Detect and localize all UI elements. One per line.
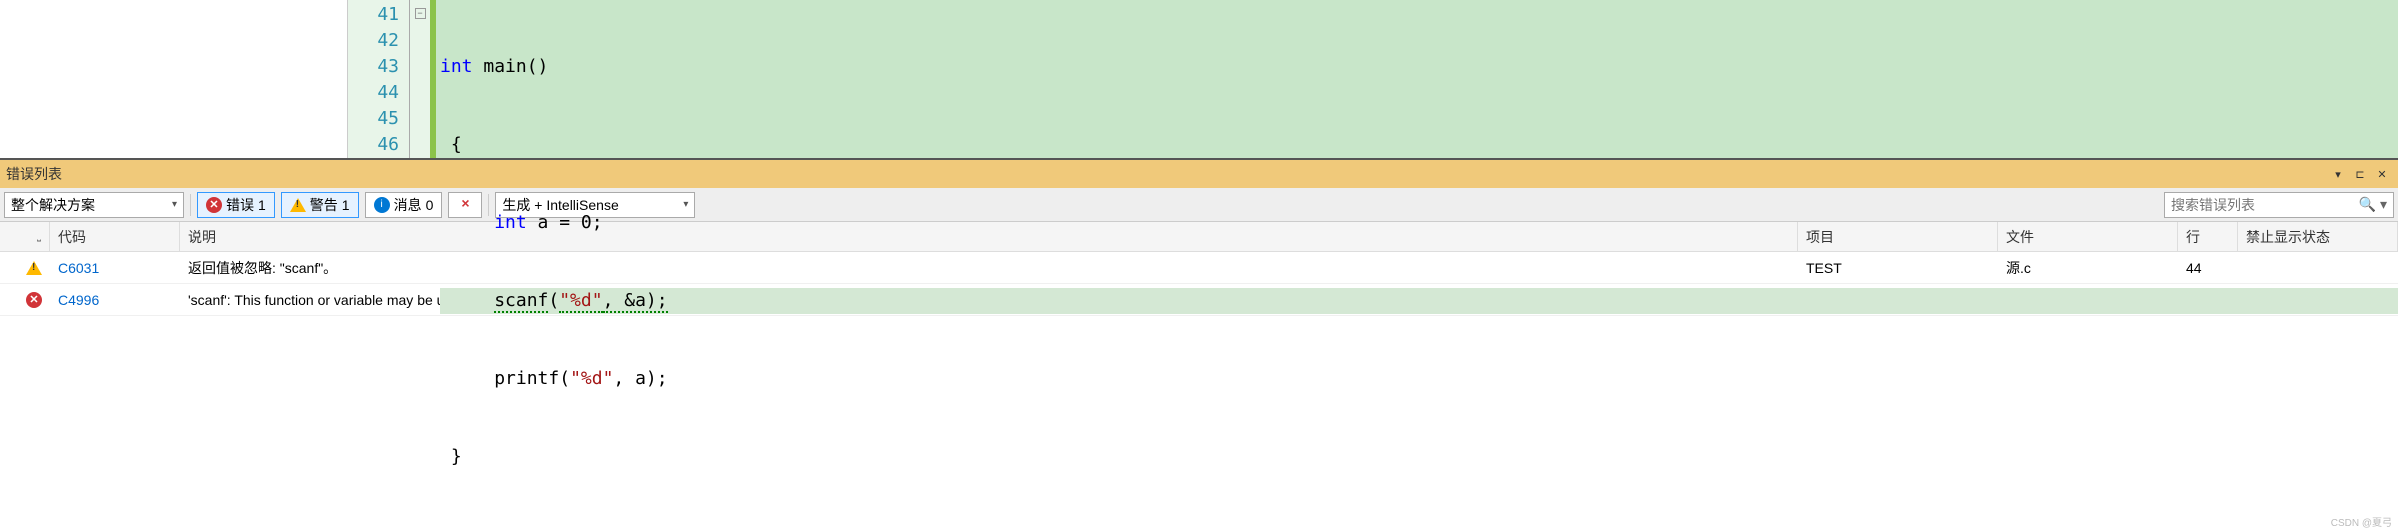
warnings-filter-button[interactable]: 警告 1	[281, 192, 359, 218]
line-number: 41	[348, 2, 399, 28]
line-number: 46	[348, 132, 399, 158]
warning-icon	[290, 198, 306, 212]
line-number: 42	[348, 28, 399, 54]
errors-label: 错误	[226, 195, 254, 215]
error-code: C4996	[50, 288, 180, 312]
fold-gutter: −	[410, 0, 430, 158]
code-text: {	[451, 134, 462, 155]
line-number: 43	[348, 54, 399, 80]
messages-label: 消息	[394, 195, 422, 215]
errors-count: 1	[258, 197, 266, 213]
editor-left-margin	[0, 0, 348, 158]
chevron-down-icon: ▾	[172, 199, 177, 210]
line-number: 44	[348, 80, 399, 106]
separator	[190, 194, 191, 216]
keyword: int	[494, 212, 527, 233]
string-literal: "%d"	[559, 290, 602, 313]
code-text: (	[559, 368, 570, 389]
errors-filter-button[interactable]: ✕ 错误 1	[197, 192, 275, 218]
column-header-code[interactable]: 代码	[50, 222, 180, 251]
line-number-gutter: 41 42 43 44 45 46	[348, 0, 410, 158]
clear-filter-icon	[457, 197, 473, 213]
error-icon: ✕	[206, 197, 222, 213]
code-editor[interactable]: 41 42 43 44 45 46 − int main() { int a =…	[0, 0, 2398, 158]
line-number: 45	[348, 106, 399, 132]
error-icon: ✕	[26, 292, 42, 308]
keyword: int	[440, 56, 473, 77]
function-call: scanf	[494, 290, 548, 313]
code-text: , a);	[613, 368, 667, 389]
messages-count: 0	[426, 197, 434, 213]
code-text: , &a);	[603, 290, 668, 313]
column-header-icon[interactable]: ⎵	[0, 222, 50, 251]
code-text: a = 0;	[527, 212, 603, 233]
error-code: C6031	[50, 256, 180, 280]
warnings-label: 警告	[310, 195, 338, 215]
warning-icon	[26, 261, 42, 275]
scope-dropdown[interactable]: 整个解决方案 ▾	[4, 192, 184, 218]
code-text: }	[451, 446, 462, 467]
messages-filter-button[interactable]: i 消息 0	[365, 192, 443, 218]
info-icon: i	[374, 197, 390, 213]
scope-label: 整个解决方案	[11, 195, 95, 215]
watermark: CSDN @夏弓	[2331, 514, 2392, 529]
code-text: main()	[473, 56, 549, 77]
code-text: (	[548, 290, 559, 311]
fold-collapse-icon[interactable]: −	[415, 8, 426, 19]
string-literal: "%d"	[570, 368, 613, 389]
code-content[interactable]: int main() { int a = 0; scanf("%d", &a);…	[436, 0, 2398, 158]
warnings-count: 1	[342, 197, 350, 213]
function-call: printf	[494, 368, 559, 389]
